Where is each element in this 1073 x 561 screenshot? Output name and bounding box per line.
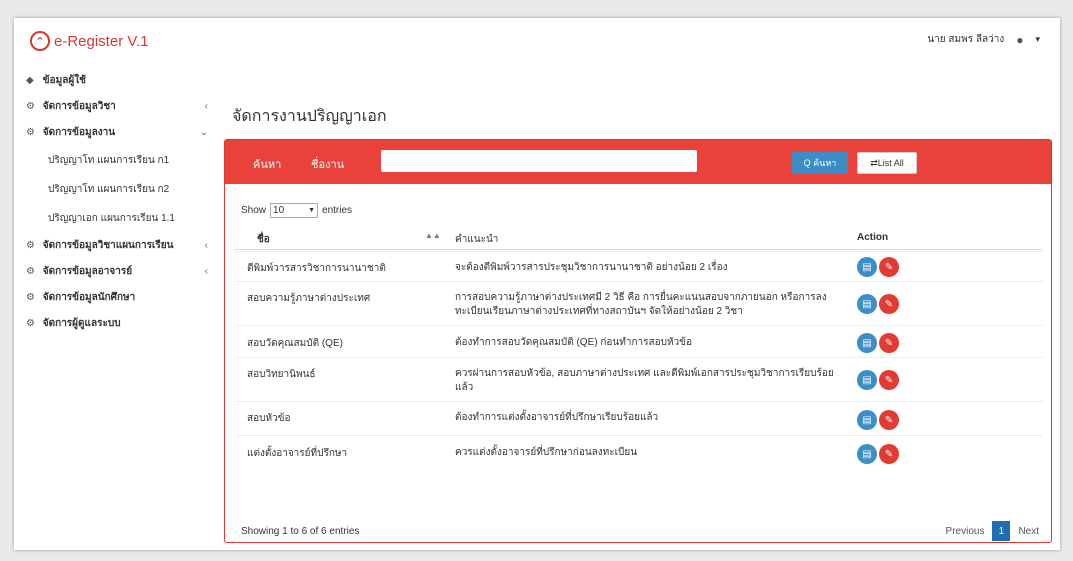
- row-description: จะต้องตีพิมพ์วารสารประชุมวิชาการนานาชาติ…: [455, 262, 728, 273]
- table-info: Showing 1 to 6 of 6 entries: [241, 526, 360, 537]
- row-actions: ▤ ✎: [857, 370, 899, 390]
- column-header-name[interactable]: ชื่อ: [257, 232, 270, 247]
- row-name: สอบวิทยานิพนธ์: [247, 369, 316, 380]
- delete-icon[interactable]: ✎: [879, 294, 899, 314]
- pagination: Previous 1 Next: [946, 521, 1039, 541]
- entries-select[interactable]: 10 ▼: [270, 203, 319, 218]
- delete-icon[interactable]: ✎: [879, 410, 899, 430]
- table-row: สอบวิทยานิพนธ์ ควรผ่านการสอบหัวข้อ, สอบภ…: [235, 357, 1043, 401]
- sidebar-subitem-master-2[interactable]: ปริญญาโท แผนการเรียน ก2: [14, 175, 214, 204]
- row-actions: ▤ ✎: [857, 410, 899, 430]
- cogs-icon: ⚙: [26, 318, 35, 329]
- chevron-left-icon: ‹: [204, 240, 208, 251]
- row-name: แต่งตั้งอาจารย์ที่ปรึกษา: [247, 448, 348, 459]
- sidebar-item-teachers[interactable]: ⚙ จัดการข้อมูลอาจารย์ ‹: [14, 259, 214, 285]
- row-description: ควรผ่านการสอบหัวข้อ, สอบภาษาต่างประเทศ แ…: [455, 368, 834, 393]
- row-description: การสอบความรู้ภาษาต่างประเทศมี 2 วิธี คือ…: [455, 292, 827, 317]
- row-actions: ▤ ✎: [857, 294, 899, 314]
- row-description: ต้องทำการแต่งตั้งอาจารย์ที่ปรึกษาเรียบร้…: [455, 412, 659, 423]
- chevron-down-icon: ▼: [308, 207, 316, 214]
- row-description: ควรแต่งตั้งอาจารย์ที่ปรึกษาก่อนลงทะเบียน: [455, 447, 638, 458]
- sidebar-item-works[interactable]: ⚙ จัดการข้อมูลงาน ⌄: [14, 120, 214, 146]
- column-header-action: Action: [857, 232, 889, 243]
- entries-value: 10: [273, 205, 285, 216]
- sidebar-item-label: จัดการผู้ดูแลระบบ: [42, 318, 121, 329]
- logo-icon: ⌃: [30, 31, 50, 51]
- chevron-left-icon: ‹: [204, 266, 208, 277]
- delete-icon[interactable]: ✎: [879, 257, 899, 277]
- sidebar-item-label: ข้อมูลผู้ใช้: [42, 75, 86, 86]
- search-button[interactable]: Q ค้นหา: [792, 152, 848, 174]
- row-actions: ▤ ✎: [857, 333, 899, 353]
- sidebar-item-courses[interactable]: ⚙ จัดการข้อมูลวิชา ‹: [14, 94, 214, 120]
- row-name: ตีพิมพ์วารสารวิชาการนานาชาติ: [247, 263, 386, 274]
- chevron-left-icon: ‹: [204, 101, 208, 112]
- edit-icon[interactable]: ▤: [857, 444, 877, 464]
- row-name: สอบความรู้ภาษาต่างประเทศ: [247, 293, 371, 304]
- cogs-icon: ⚙: [26, 240, 35, 251]
- table-header: ชื่อ ▲▲ คำแนะนำ Action: [235, 224, 1043, 250]
- delete-icon[interactable]: ✎: [879, 444, 899, 464]
- cogs-icon: ⚙: [26, 266, 35, 277]
- list-all-button[interactable]: ⇄List All: [857, 152, 917, 174]
- edit-icon[interactable]: ▤: [857, 333, 877, 353]
- search-bar: ค้นหา ชื่องาน Q ค้นหา ⇄List All: [225, 140, 1051, 184]
- chevron-down-icon: ⌄: [199, 127, 208, 138]
- table-row: สอบหัวข้อ ต้องทำการแต่งตั้งอาจารย์ที่ปรึ…: [235, 401, 1043, 435]
- cogs-icon: ⚙: [26, 292, 35, 303]
- page-title: จัดการงานปริญญาเอก: [232, 108, 387, 125]
- cogs-icon: ⚙: [26, 101, 35, 112]
- sort-icon[interactable]: ▲▲: [425, 231, 441, 240]
- edit-icon[interactable]: ▤: [857, 257, 877, 277]
- search-input[interactable]: [381, 150, 697, 172]
- row-name: สอบวัดคุณสมบัติ (QE): [247, 338, 343, 349]
- edit-icon[interactable]: ▤: [857, 410, 877, 430]
- sidebar: ◆ ข้อมูลผู้ใช้ ⚙ จัดการข้อมูลวิชา ‹ ⚙ จั…: [14, 68, 214, 337]
- search-label: ค้นหา: [253, 159, 282, 171]
- sidebar-item-study-plan[interactable]: ⚙ จัดการข้อมูลวิชาแผนการเรียน ‹: [14, 233, 214, 259]
- top-bar: ⌃ e-Register V.1 นาย สมพร ลีลว่าง ● ▾: [14, 18, 1060, 66]
- row-actions: ▤ ✎: [857, 257, 899, 277]
- column-header-description[interactable]: คำแนะนำ: [455, 232, 498, 247]
- app-name: e-Register V.1: [54, 32, 149, 50]
- sidebar-subitem-doctoral[interactable]: ปริญญาเอก แผนการเรียน 1.1: [14, 204, 214, 233]
- data-panel: ค้นหา ชื่องาน Q ค้นหา ⇄List All Show 10 …: [224, 139, 1052, 543]
- row-description: ต้องทำการสอบวัดคุณสมบัติ (QE) ก่อนทำการส…: [455, 337, 693, 348]
- show-label: Show: [241, 205, 267, 216]
- previous-page-button[interactable]: Previous: [946, 526, 985, 537]
- entries-label: entries: [322, 205, 353, 216]
- table-row: สอบวัดคุณสมบัติ (QE) ต้องทำการสอบวัดคุณส…: [235, 325, 1043, 357]
- user-icon: ●: [1016, 32, 1024, 47]
- row-name: สอบหัวข้อ: [247, 413, 291, 424]
- edit-icon[interactable]: ▤: [857, 294, 877, 314]
- sidebar-item-label: จัดการข้อมูลงาน: [42, 127, 116, 138]
- sidebar-item-label: จัดการข้อมูลนักศึกษา: [42, 292, 136, 303]
- table-row: ตีพิมพ์วารสารวิชาการนานาชาติ จะต้องตีพิม…: [235, 251, 1043, 281]
- sidebar-item-students[interactable]: ⚙ จัดการข้อมูลนักศึกษา: [14, 285, 214, 311]
- work-name-label: ชื่องาน: [311, 159, 345, 171]
- table-row: สอบความรู้ภาษาต่างประเทศ การสอบความรู้ภา…: [235, 281, 1043, 325]
- sidebar-subitem-master-1[interactable]: ปริญญาโท แผนการเรียน ก1: [14, 146, 214, 175]
- user-menu[interactable]: นาย สมพร ลีลว่าง ● ▾: [927, 32, 1040, 47]
- brand[interactable]: ⌃ e-Register V.1: [30, 31, 149, 51]
- page-1-button[interactable]: 1: [992, 521, 1011, 541]
- sidebar-item-label: จัดการข้อมูลอาจารย์: [42, 266, 133, 277]
- sidebar-item-admins[interactable]: ⚙ จัดการผู้ดูแลระบบ: [14, 311, 214, 337]
- delete-icon[interactable]: ✎: [879, 333, 899, 353]
- row-actions: ▤ ✎: [857, 444, 899, 464]
- next-page-button[interactable]: Next: [1018, 526, 1039, 537]
- chevron-down-icon: ▾: [1035, 34, 1040, 44]
- app-window: ⌃ e-Register V.1 นาย สมพร ลีลว่าง ● ▾ ◆ …: [14, 18, 1060, 550]
- users-icon: ◆: [26, 75, 34, 86]
- sidebar-item-label: จัดการข้อมูลวิชา: [42, 101, 116, 112]
- sidebar-item-label: จัดการข้อมูลวิชาแผนการเรียน: [42, 240, 174, 251]
- table-row: แต่งตั้งอาจารย์ที่ปรึกษา ควรแต่งตั้งอาจา…: [235, 435, 1043, 469]
- cogs-icon: ⚙: [26, 127, 35, 138]
- length-control: Show 10 ▼ entries: [241, 203, 352, 218]
- user-name: นาย สมพร ลีลว่าง: [927, 34, 1005, 45]
- edit-icon[interactable]: ▤: [857, 370, 877, 390]
- delete-icon[interactable]: ✎: [879, 370, 899, 390]
- sidebar-item-users[interactable]: ◆ ข้อมูลผู้ใช้: [14, 68, 214, 94]
